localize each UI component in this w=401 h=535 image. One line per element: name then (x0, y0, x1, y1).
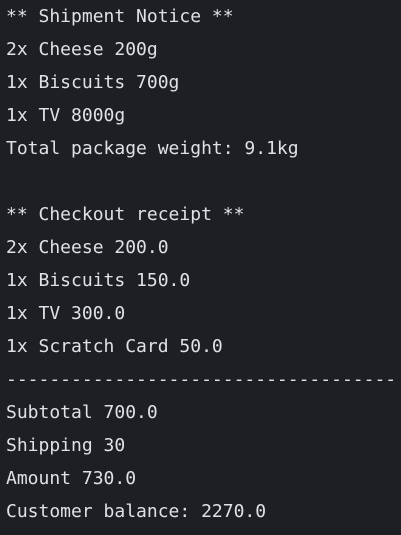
checkout-receipt-header: ** Checkout receipt ** (6, 204, 245, 225)
amount-line: Amount 730.0 (6, 468, 137, 489)
customer-balance-line: Customer balance: 2270.0 (6, 501, 267, 522)
receipt-item: 1x Biscuits 150.0 (6, 270, 191, 291)
subtotal-line: Subtotal 700.0 (6, 402, 158, 423)
receipt-item: 1x TV 300.0 (6, 303, 126, 324)
shipment-notice-header: ** Shipment Notice ** (6, 6, 234, 27)
receipt-item: 1x Scratch Card 50.0 (6, 336, 223, 357)
shipment-item: 2x Cheese 200g (6, 39, 158, 60)
shipment-item: 1x Biscuits 700g (6, 72, 180, 93)
receipt-item: 2x Cheese 200.0 (6, 237, 169, 258)
total-package-weight: Total package weight: 9.1kg (6, 138, 299, 159)
shipment-item: 1x TV 8000g (6, 105, 126, 126)
shipping-line: Shipping 30 (6, 435, 126, 456)
console-output: ** Shipment Notice ** 2x Cheese 200g 1x … (0, 0, 401, 535)
receipt-divider: ------------------------------------ (6, 369, 397, 390)
